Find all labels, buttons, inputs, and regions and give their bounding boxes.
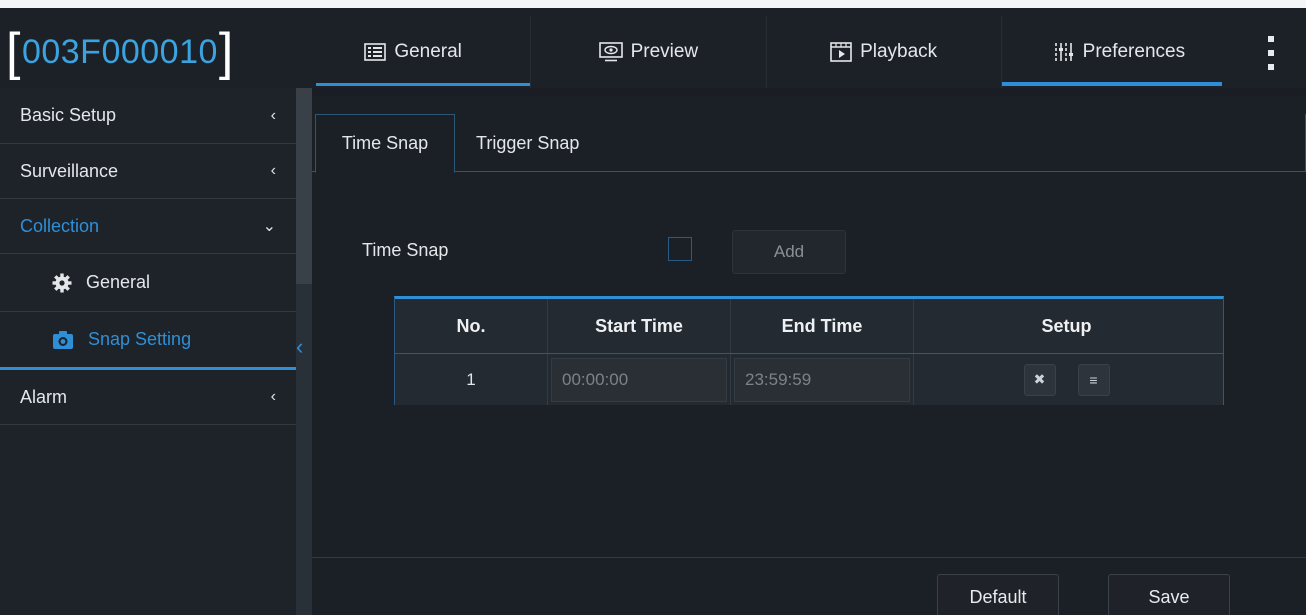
sidebar-item-label: Alarm	[20, 386, 68, 407]
chevron-left-icon: ‹	[270, 388, 276, 405]
tab-general-label: General	[394, 41, 462, 62]
chevron-left-icon: ‹	[270, 162, 276, 179]
time-snap-label: Time Snap	[362, 240, 449, 260]
header-end-time: End Time	[731, 299, 914, 353]
snap-tabs: Time Snap Trigger Snap	[312, 114, 1306, 173]
playback-icon	[830, 42, 852, 62]
collapse-sidebar-icon[interactable]: ‹	[296, 336, 303, 358]
tab-preferences[interactable]: Preferences	[1001, 16, 1236, 88]
tab-preferences-label: Preferences	[1082, 41, 1186, 62]
bracket-close: ]	[218, 23, 234, 81]
tab-preview[interactable]: Preview	[531, 16, 767, 88]
end-time-input[interactable]: 23:59:59	[734, 357, 910, 402]
setup-cell: ✖ ≡	[914, 354, 1219, 405]
sidebar-item-label: Surveillance	[20, 160, 119, 181]
start-time-input[interactable]: 00:00:00	[551, 357, 727, 402]
sidebar-subitem-general[interactable]: General	[0, 254, 296, 312]
main-nav: General Preview Playback Preferences	[296, 16, 1236, 88]
tab-trigger-snap[interactable]: Trigger Snap	[476, 114, 579, 172]
default-button[interactable]: Default	[937, 574, 1059, 615]
camera-icon	[53, 330, 73, 349]
sidebar-subitem-label: Snap Setting	[88, 329, 192, 349]
sliders-icon	[1054, 43, 1073, 61]
more-menu-icon[interactable]	[1266, 36, 1276, 70]
sidebar-item-label: Basic Setup	[20, 105, 117, 125]
start-time-cell: 00:00:00	[548, 354, 731, 405]
header-start-time: Start Time	[548, 299, 731, 353]
tab-general[interactable]: General	[296, 16, 532, 88]
delete-icon[interactable]: ✖	[1023, 363, 1056, 396]
table-header: No. Start Time End Time Setup	[395, 299, 1223, 353]
sidebar-subitem-label: General	[86, 272, 151, 292]
bracket-open: [	[6, 23, 21, 81]
tab-playback[interactable]: Playback	[767, 16, 1002, 88]
sidebar-item-collection[interactable]: Collection ⌄	[0, 199, 296, 254]
main-panel: Time Snap Trigger Snap Time Snap Add No.…	[312, 96, 1306, 615]
eye-monitor-icon	[598, 42, 623, 62]
add-button[interactable]: Add	[732, 230, 846, 274]
top-bar: [ 003F000010 ] General Preview Playback …	[0, 0, 1306, 88]
sidebar-item-surveillance[interactable]: Surveillance ‹	[0, 144, 296, 199]
sidebar-subitem-snap-setting[interactable]: Snap Setting	[0, 312, 296, 370]
chevron-left-icon: ‹	[270, 106, 276, 124]
table-row: 1 00:00:00 23:59:59 ✖ ≡	[395, 353, 1223, 405]
chevron-down-icon: ⌄	[262, 218, 276, 235]
menu-icon[interactable]: ≡	[1077, 363, 1110, 396]
sidebar-scroll-thumb[interactable]	[296, 88, 312, 284]
save-button[interactable]: Save	[1108, 574, 1230, 615]
gear-icon	[52, 273, 72, 292]
tab-preview-label: Preview	[630, 41, 699, 62]
device-id-text: 003F000010	[21, 32, 218, 71]
tab-playback-label: Playback	[860, 41, 938, 62]
sidebar-item-alarm[interactable]: Alarm ‹	[0, 370, 296, 425]
footer-divider	[312, 557, 1306, 558]
time-snap-checkbox[interactable]	[668, 237, 692, 261]
device-id: [ 003F000010 ]	[6, 16, 234, 88]
list-grid-icon	[364, 43, 387, 61]
end-time-cell: 23:59:59	[731, 354, 914, 405]
sidebar-item-label: Collection	[20, 215, 100, 236]
header-no: No.	[395, 299, 548, 353]
row-number: 1	[395, 354, 548, 405]
header-setup: Setup	[1041, 315, 1092, 336]
sidebar: Basic Setup ‹ Surveillance ‹ Collection …	[0, 88, 296, 615]
tab-time-snap[interactable]: Time Snap	[315, 114, 455, 173]
snap-schedule-table: No. Start Time End Time Setup 1 00:00:00…	[394, 296, 1224, 405]
sidebar-item-basic-setup[interactable]: Basic Setup ‹	[0, 88, 296, 144]
